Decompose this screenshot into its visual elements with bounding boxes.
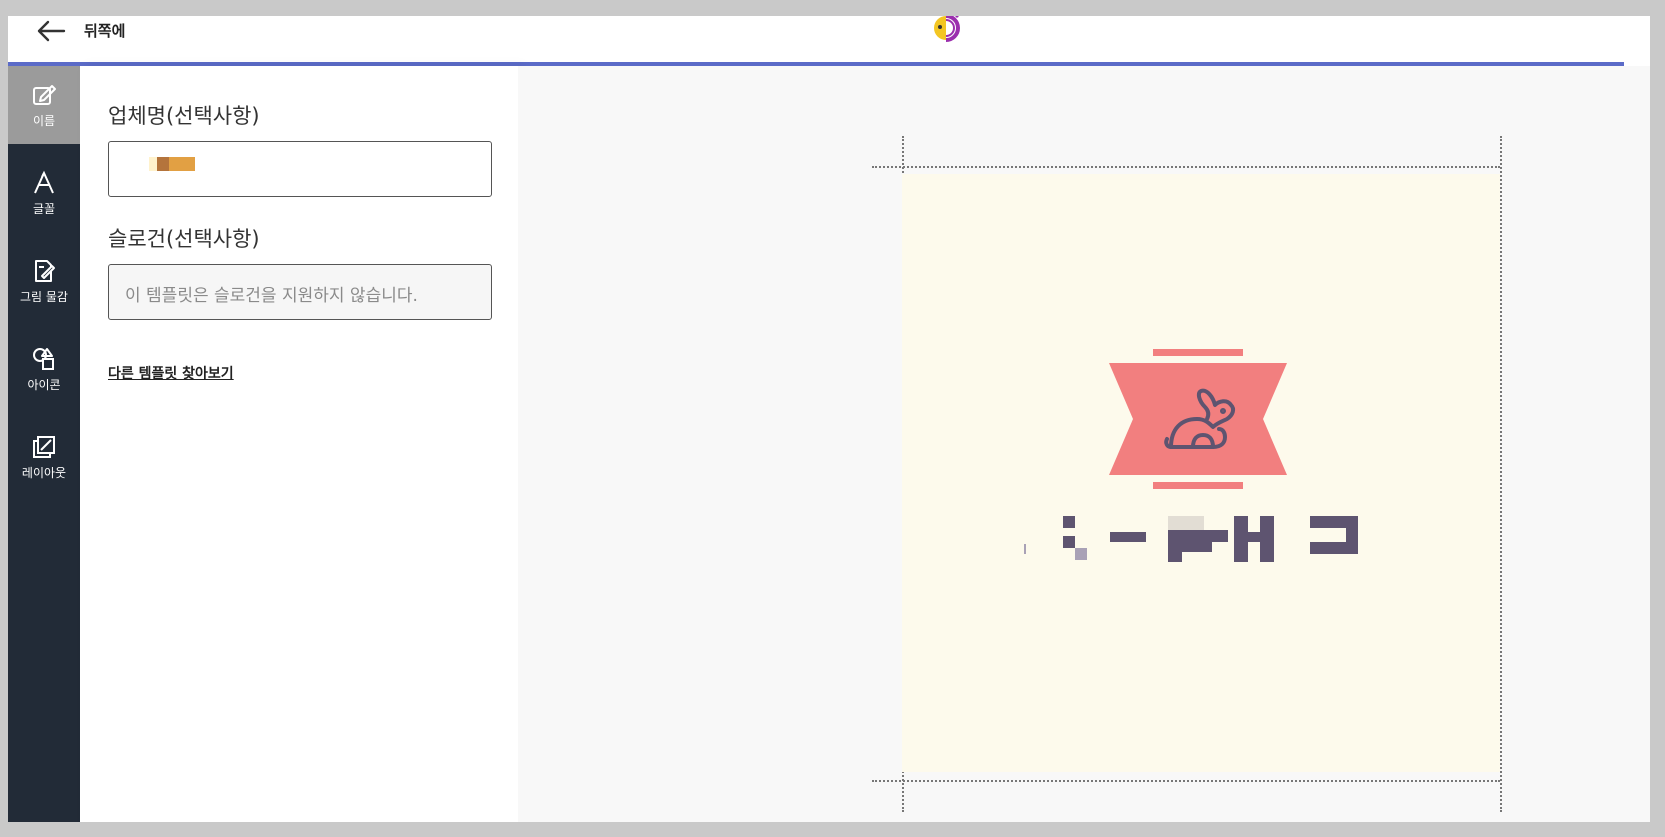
- company-name-input[interactable]: [108, 141, 492, 197]
- layout-icon: [31, 434, 57, 460]
- company-name-label: 업체명(선택사항): [108, 104, 260, 128]
- rail-item-label: 이름: [32, 113, 56, 128]
- app-window: 뒤쪽에 이름 글꼴 그림 물감 아이콘 레이아웃 업체명(선택사항) 슬로건(선…: [8, 16, 1650, 822]
- rail-item-label: 레이아웃: [21, 465, 67, 480]
- paint-icon: [31, 258, 57, 284]
- guide-line-bottom: [872, 780, 1500, 782]
- rail-item-layout[interactable]: 레이아웃: [8, 418, 80, 496]
- edit-icon: [31, 82, 57, 108]
- rail-item-label: 아이콘: [27, 377, 61, 392]
- slogan-label: 슬로건(선택사항): [108, 227, 260, 251]
- guide-line-top: [872, 166, 1500, 168]
- font-icon: [31, 170, 57, 196]
- form-panel: 업체명(선택사항) 슬로건(선택사항) 이 템플릿은 슬로건을 지원하지 않습니…: [80, 66, 518, 822]
- company-name-redacted: [149, 157, 195, 171]
- back-button[interactable]: [36, 16, 66, 46]
- shapes-icon: [31, 346, 57, 372]
- browse-templates-link[interactable]: 다른 템플릿 찾아보기: [108, 363, 234, 383]
- design-canvas: [518, 66, 1650, 822]
- rail-item-color[interactable]: 그림 물감: [8, 242, 80, 320]
- logo-preview[interactable]: [902, 174, 1500, 772]
- slogan-placeholder: 이 템플릿은 슬로건을 지원하지 않습니다.: [125, 286, 418, 306]
- rail-item-label: 글꼴: [32, 201, 56, 216]
- guide-line-right: [1500, 136, 1502, 812]
- rail-item-label: 그림 물감: [20, 289, 68, 304]
- arrow-left-icon: [36, 20, 66, 42]
- rabbit-banner-emblem: [1109, 349, 1289, 493]
- back-label[interactable]: 뒤쪽에: [84, 20, 125, 41]
- brand-text-redacted: [902, 506, 1500, 566]
- rail-item-icon[interactable]: 아이콘: [8, 330, 80, 408]
- tool-rail: 이름 글꼴 그림 물감 아이콘 레이아웃: [8, 66, 80, 822]
- rail-item-font[interactable]: 글꼴: [8, 154, 80, 232]
- rail-item-name[interactable]: 이름: [8, 66, 80, 144]
- top-bar: 뒤쪽에: [8, 16, 1650, 66]
- brand-logo-icon: [926, 16, 966, 52]
- slogan-input[interactable]: 이 템플릿은 슬로건을 지원하지 않습니다.: [108, 264, 492, 320]
